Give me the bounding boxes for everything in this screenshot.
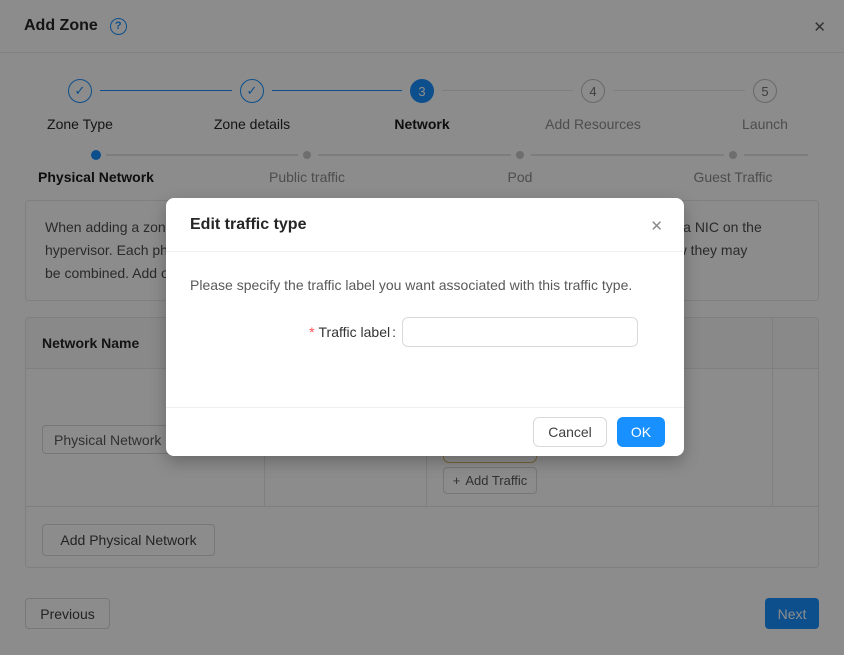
modal-description: Please specify the traffic label you wan… [190, 274, 660, 296]
edit-traffic-type-modal: Edit traffic type ✕ Please specify the t… [166, 198, 684, 456]
modal-close-icon[interactable]: ✕ [650, 217, 663, 235]
modal-title: Edit traffic type [190, 216, 306, 234]
modal-footer: Cancel OK [166, 407, 684, 456]
add-zone-wizard: Add Zone ? ✕ ✓ ✓ 3 4 5 Zone Type Zone de… [0, 0, 844, 655]
traffic-label-form-row: * Traffic label: [190, 317, 660, 347]
traffic-label-label: * Traffic label: [190, 324, 402, 340]
label-colon: : [392, 324, 396, 340]
modal-body: Please specify the traffic label you wan… [166, 252, 684, 347]
modal-header: Edit traffic type ✕ [166, 198, 684, 252]
cancel-button[interactable]: Cancel [533, 417, 607, 447]
required-mark: * [309, 324, 314, 340]
traffic-label-text: Traffic label [319, 324, 391, 340]
ok-button[interactable]: OK [617, 417, 665, 447]
traffic-label-input[interactable] [402, 317, 638, 347]
